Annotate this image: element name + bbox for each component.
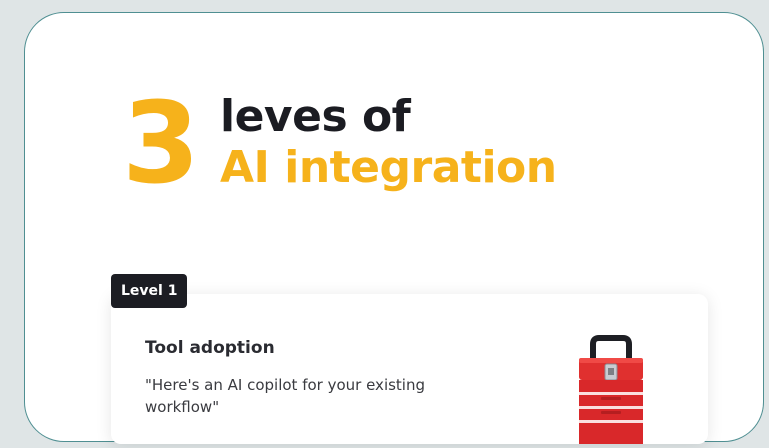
level-title: Tool adoption [145,338,275,358]
headline-line-2: AI integration [220,142,557,193]
headline-line-1: leves of [220,91,411,142]
headline-title: leves of AI integration [220,92,557,194]
headline-number: 3 [122,79,200,209]
level-badge: Level 1 [111,274,188,308]
toolbox-icon [571,334,651,444]
level-quote: "Here's an AI copilot for your existing … [145,376,425,416]
level-card: Tool adoption "Here's an AI copilot for … [111,294,708,444]
